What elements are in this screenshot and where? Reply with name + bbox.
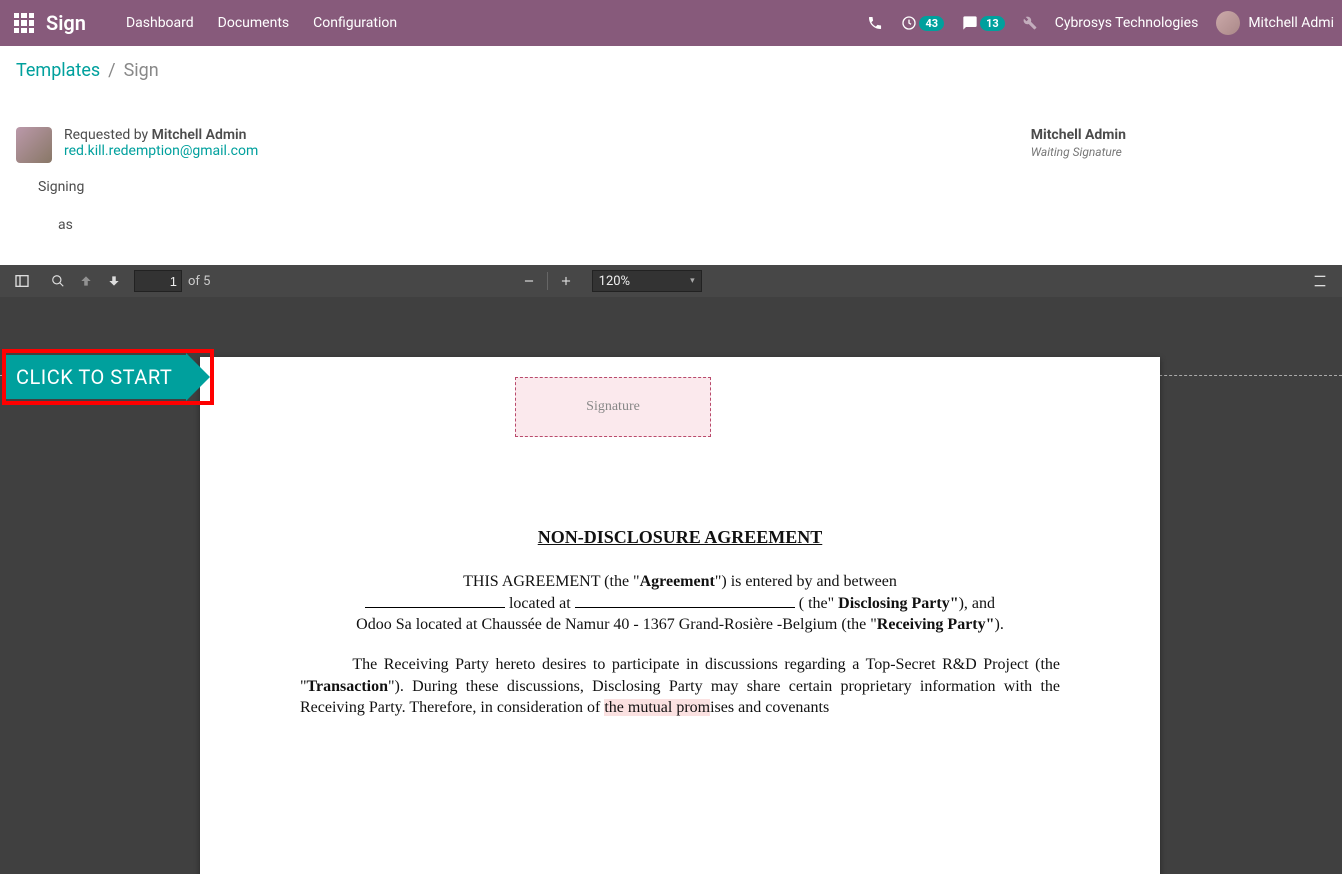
chevron-down-icon: ▾ (690, 276, 695, 286)
top-navbar: Sign Dashboard Documents Configuration 4… (0, 0, 1342, 46)
document-page: Signature NON-DISCLOSURE AGREEMENT THIS … (200, 357, 1160, 874)
tools-icon[interactable] (1310, 271, 1330, 291)
company-name[interactable]: Cybrosys Technologies (1055, 15, 1199, 31)
document-title: NON-DISCLOSURE AGREEMENT (300, 525, 1060, 549)
apps-icon[interactable] (14, 13, 34, 33)
document-intro: THIS AGREEMENT (the "Agreement") is ente… (300, 571, 1060, 636)
page-total-label: of 5 (188, 274, 210, 289)
user-name: Mitchell Admi (1248, 15, 1334, 31)
requested-by-label: Requested by (64, 127, 148, 143)
signer-name: Mitchell Admin (1031, 127, 1126, 143)
zoom-select[interactable]: 120% ▾ (592, 270, 702, 292)
requester-block: Requested by Mitchell Admin red.kill.red… (16, 127, 258, 163)
pdf-toolbar: of 5 120% ▾ (0, 265, 1342, 297)
requester-name: Mitchell Admin (152, 127, 247, 143)
breadcrumb-parent[interactable]: Templates (16, 60, 100, 81)
signer-status-block: Mitchell Admin Waiting Signature (1031, 127, 1126, 255)
info-panel: Requested by Mitchell Admin red.kill.red… (0, 89, 1342, 265)
document-paragraph: The Receiving Party hereto desires to pa… (300, 654, 1060, 719)
zoom-in-icon[interactable] (556, 271, 576, 291)
app-title: Sign (46, 11, 86, 35)
page-up-icon[interactable] (76, 271, 96, 291)
debug-icon[interactable] (1023, 16, 1037, 30)
signing-label: Signing (38, 179, 258, 195)
messages-icon[interactable]: 13 (962, 15, 1005, 31)
nav-links: Dashboard Documents Configuration (126, 15, 397, 31)
arrow-right-icon (186, 353, 210, 401)
requester-avatar (16, 127, 52, 163)
sidebar-toggle-icon[interactable] (12, 271, 32, 291)
zoom-value: 120% (599, 274, 630, 289)
signer-status: Waiting Signature (1031, 145, 1126, 159)
page-number-input[interactable] (134, 270, 182, 292)
signature-field[interactable]: Signature (515, 377, 711, 437)
activities-icon[interactable]: 43 (901, 15, 944, 31)
nav-configuration[interactable]: Configuration (313, 15, 397, 31)
page-down-icon[interactable] (104, 271, 124, 291)
activities-badge: 43 (919, 16, 944, 31)
breadcrumb-current: Sign (124, 60, 159, 81)
highlight-annotation: CLICK TO START (2, 349, 214, 405)
requester-email[interactable]: red.kill.redemption@gmail.com (64, 143, 258, 159)
signing-block: Signing as (38, 179, 258, 233)
find-icon[interactable] (48, 271, 68, 291)
document-content: NON-DISCLOSURE AGREEMENT THIS AGREEMENT … (300, 525, 1060, 719)
breadcrumb-sep: / (108, 60, 115, 81)
user-avatar-icon (1216, 11, 1240, 35)
signing-as-label: as (58, 217, 258, 233)
user-menu[interactable]: Mitchell Admi (1216, 11, 1334, 35)
nav-documents[interactable]: Documents (218, 15, 289, 31)
click-to-start-button[interactable]: CLICK TO START (6, 353, 210, 401)
nav-dashboard[interactable]: Dashboard (126, 15, 194, 31)
breadcrumb: Templates / Sign (0, 46, 1342, 89)
navbar-right: 43 13 Cybrosys Technologies Mitchell Adm… (867, 11, 1334, 35)
pdf-viewer: CLICK TO START Signature NON-DISCLOSURE … (0, 297, 1342, 874)
zoom-out-icon[interactable] (519, 271, 539, 291)
messages-badge: 13 (980, 16, 1005, 31)
click-to-start-label: CLICK TO START (6, 355, 186, 399)
phone-icon[interactable] (867, 15, 883, 31)
